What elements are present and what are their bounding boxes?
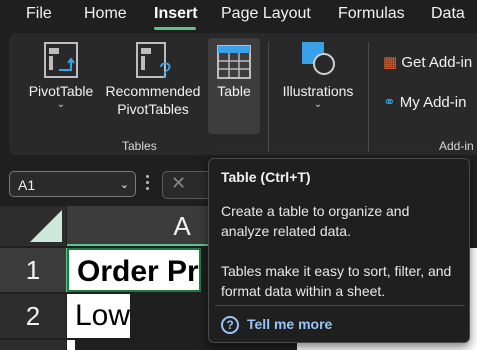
name-box[interactable]: A1 ⌄ [9,171,136,197]
tooltip-divider [215,305,465,306]
cell-a2[interactable]: Low [67,294,131,338]
recommended-pivot-icon: ? [136,42,171,80]
addins-icon: ⚭ [383,94,396,111]
row-header-1[interactable]: 1 [0,248,68,292]
chevron-down-icon: ⌄ [56,99,66,110]
illustrations-icon [302,42,335,75]
tell-me-more-link[interactable]: ? Tell me more [221,316,333,335]
cancel-icon[interactable]: ✕ [171,173,186,194]
tab-insert[interactable]: Insert [154,5,198,23]
tab-formulas[interactable]: Formulas [338,5,405,23]
cell-a1[interactable]: Order Pr [67,248,201,292]
table-tooltip: Table (Ctrl+T) Create a table to organiz… [208,158,470,343]
get-addins-button[interactable]: ▦ Get Add-in [383,53,472,71]
tooltip-detail: Tables make it easy to sort, filter, and… [221,263,452,299]
table-button[interactable]: Table [208,38,260,134]
table-label: Table [217,83,251,99]
illustrations-label: Illustrations [282,83,354,99]
tell-me-more-label: Tell me more [247,316,333,332]
recommended-line2: PivotTables [117,101,189,117]
tooltip-title: Table (Ctrl+T) [221,169,311,185]
pivot-table-icon [44,42,78,78]
group-divider [368,42,369,152]
tables-group-label: Tables [122,139,157,153]
row-header-2[interactable]: 2 [0,294,66,338]
drag-handle-icon[interactable] [146,175,150,193]
recommended-pivottables-button[interactable]: ? Recommended PivotTables [100,40,206,118]
my-addins-button[interactable]: ⚭ My Add-in [383,93,466,111]
pivot-table-label: PivotTable [28,83,94,99]
cell-a3[interactable] [67,340,75,350]
my-addins-label: My Add-in [399,94,467,111]
tab-data[interactable]: Data [431,5,465,23]
help-icon: ? [221,316,239,335]
get-addins-label: Get Add-in [401,54,473,71]
tab-file[interactable]: File [26,5,52,23]
active-tab-indicator [154,27,196,30]
row-header-3[interactable] [0,340,66,350]
tooltip-description: Create a table to organize and analyze r… [221,203,410,239]
svg-text:?: ? [159,58,171,80]
group-divider [268,42,269,152]
chevron-down-icon: ⌄ [313,99,323,110]
chevron-down-icon: ⌄ [119,179,129,191]
pivot-table-button[interactable]: PivotTable ⌄ [22,40,100,110]
select-all-corner[interactable] [0,206,66,246]
illustrations-button[interactable]: Illustrations ⌄ [278,40,358,110]
recommended-line1: Recommended [105,83,201,99]
store-icon: ▦ [383,54,398,71]
ribbon-tab-bar: File Home Insert Page Layout Formulas Da… [0,0,477,32]
table-icon [217,45,251,79]
tab-home[interactable]: Home [84,5,127,23]
tab-page-layout[interactable]: Page Layout [221,5,311,23]
addins-group-label: Add-in [439,139,474,153]
name-box-value: A1 [18,177,36,193]
